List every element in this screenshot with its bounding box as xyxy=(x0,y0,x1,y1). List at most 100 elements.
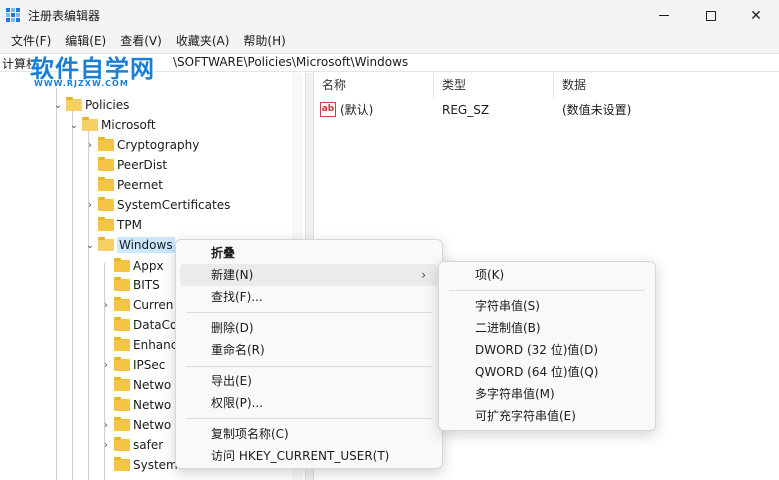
column-header-data[interactable]: 数据 xyxy=(554,73,779,98)
tree-item-label: Policies xyxy=(85,98,130,112)
folder-icon xyxy=(114,277,130,291)
maximize-button[interactable] xyxy=(688,0,734,31)
column-header-type[interactable]: 类型 xyxy=(434,73,554,98)
menu-rename[interactable]: 重命名(R) xyxy=(180,339,438,361)
tree-item-peerdist[interactable]: PeerDist xyxy=(84,155,167,175)
folder-icon xyxy=(98,157,114,171)
submenu-string-value[interactable]: 字符串值(S) xyxy=(443,295,651,317)
tree-item-label: Microsoft xyxy=(101,118,156,132)
menu-help[interactable]: 帮助(H) xyxy=(236,31,292,53)
watermark-url: WWW.RJZXW.COM xyxy=(34,79,129,88)
folder-icon xyxy=(114,457,130,471)
folder-open-icon xyxy=(66,97,82,111)
chevron-down-icon[interactable]: ⌄ xyxy=(84,235,96,255)
chevron-right-icon: › xyxy=(421,268,426,282)
folder-icon xyxy=(114,337,130,351)
value-type[interactable]: REG_SZ xyxy=(442,100,489,120)
tree-item-netwo-3[interactable]: › Netwo xyxy=(100,415,171,435)
column-header-name[interactable]: 名称 xyxy=(314,73,434,98)
submenu-key[interactable]: 项(K) xyxy=(443,264,651,286)
tree-item-bits[interactable]: BITS xyxy=(100,275,160,295)
tree-item-netwo-1[interactable]: Netwo xyxy=(100,375,171,395)
chevron-right-icon[interactable]: › xyxy=(84,135,96,155)
menu-find[interactable]: 查找(F)... xyxy=(180,286,438,308)
minimize-icon xyxy=(659,15,669,16)
tree-item-label: DataCo xyxy=(133,318,178,332)
menu-copy-key-name[interactable]: 复制项名称(C) xyxy=(180,423,438,445)
menu-goto-hkcu[interactable]: 访问 HKEY_CURRENT_USER(T) xyxy=(180,445,438,467)
folder-open-icon xyxy=(82,117,98,131)
submenu-expandable-string-value[interactable]: 可扩充字符串值(E) xyxy=(443,405,651,427)
menu-separator xyxy=(186,312,432,313)
tree-item-windows[interactable]: ⌄ Windows xyxy=(84,235,175,255)
tree-item-system[interactable]: System xyxy=(100,455,178,475)
tree-item-dataco[interactable]: DataCo xyxy=(100,315,177,335)
string-value-icon: ab xyxy=(320,102,336,117)
menu-delete[interactable]: 删除(D) xyxy=(180,317,438,339)
close-button[interactable]: ✕ xyxy=(733,0,779,31)
folder-icon xyxy=(114,397,130,411)
regedit-app-icon xyxy=(6,8,21,23)
chevron-right-icon[interactable]: › xyxy=(100,435,112,455)
chevron-down-icon[interactable]: ⌄ xyxy=(52,95,64,115)
close-icon: ✕ xyxy=(750,7,762,24)
chevron-right-icon[interactable]: › xyxy=(100,355,112,375)
tree-item-appx[interactable]: Appx xyxy=(100,256,164,276)
tree-item-netwo-2[interactable]: Netwo xyxy=(100,395,171,415)
menu-separator xyxy=(186,418,432,419)
value-data[interactable]: (数值未设置) xyxy=(562,100,631,120)
chevron-right-icon[interactable]: › xyxy=(100,295,112,315)
tree-item-policies[interactable]: ⌄ Policies xyxy=(52,95,129,115)
tree-item-ipsec[interactable]: › IPSec xyxy=(100,355,165,375)
folder-icon xyxy=(114,377,130,391)
menu-export[interactable]: 导出(E) xyxy=(180,370,438,392)
tree-item-label: Cryptography xyxy=(117,138,200,152)
submenu-binary-value[interactable]: 二进制值(B) xyxy=(443,317,651,339)
submenu-dword-value[interactable]: DWORD (32 位)值(D) xyxy=(443,339,651,361)
value-name[interactable]: (默认) xyxy=(340,100,373,120)
tree-item-label: Netwo xyxy=(133,378,172,392)
folder-icon xyxy=(114,317,130,331)
chevron-right-icon[interactable]: › xyxy=(100,415,112,435)
menu-collapse[interactable]: 折叠 xyxy=(180,242,438,264)
tree-item-microsoft[interactable]: ⌄ Microsoft xyxy=(68,115,156,135)
tree-item-label: SystemCertificates xyxy=(117,198,231,212)
tree-item-safer[interactable]: › safer xyxy=(100,435,163,455)
folder-open-icon xyxy=(98,237,114,251)
folder-icon xyxy=(114,357,130,371)
menu-permissions[interactable]: 权限(P)... xyxy=(180,392,438,414)
tree-item-curren[interactable]: › Curren xyxy=(100,295,173,315)
tree-item-label: Netwo xyxy=(133,418,172,432)
tree-item-label: System xyxy=(133,458,178,472)
folder-icon xyxy=(98,177,114,191)
submenu-multi-string-value[interactable]: 多字符串值(M) xyxy=(443,383,651,405)
tree-item-label: Appx xyxy=(133,259,164,273)
chevron-right-icon[interactable]: › xyxy=(84,195,96,215)
tree-item-peernet[interactable]: Peernet xyxy=(84,175,163,195)
tree-item-label: BITS xyxy=(133,278,160,292)
tree-guide-line xyxy=(56,83,57,480)
folder-icon xyxy=(114,437,130,451)
tree-item-label: PeerDist xyxy=(117,158,168,172)
folder-icon xyxy=(98,197,114,211)
menu-separator xyxy=(449,290,645,291)
folder-icon xyxy=(114,297,130,311)
tree-item-cryptography[interactable]: › Cryptography xyxy=(84,135,199,155)
tree-item-label: TPM xyxy=(117,218,142,232)
menu-new[interactable]: 新建(N) › xyxy=(180,264,438,286)
submenu-qword-value[interactable]: QWORD (64 位)值(Q) xyxy=(443,361,651,383)
menu-favorites[interactable]: 收藏夹(A) xyxy=(169,31,237,53)
chevron-down-icon[interactable]: ⌄ xyxy=(68,115,80,135)
folder-icon xyxy=(98,217,114,231)
maximize-icon xyxy=(706,10,716,21)
minimize-button[interactable] xyxy=(641,0,687,31)
new-submenu: 项(K) 字符串值(S) 二进制值(B) DWORD (32 位)值(D) QW… xyxy=(438,261,656,431)
tree-item-tpm[interactable]: TPM xyxy=(84,215,142,235)
folder-icon xyxy=(98,137,114,151)
tree-item-enhanc[interactable]: Enhanc xyxy=(100,335,177,355)
tree-item-label: Peernet xyxy=(117,178,163,192)
tree-item-systemcertificates[interactable]: › SystemCertificates xyxy=(84,195,230,215)
address-path[interactable]: \SOFTWARE\Policies\Microsoft\Windows xyxy=(173,55,408,69)
context-menu: 折叠 新建(N) › 查找(F)... 删除(D) 重命名(R) 导出(E) 权… xyxy=(175,239,443,469)
folder-icon xyxy=(114,417,130,431)
